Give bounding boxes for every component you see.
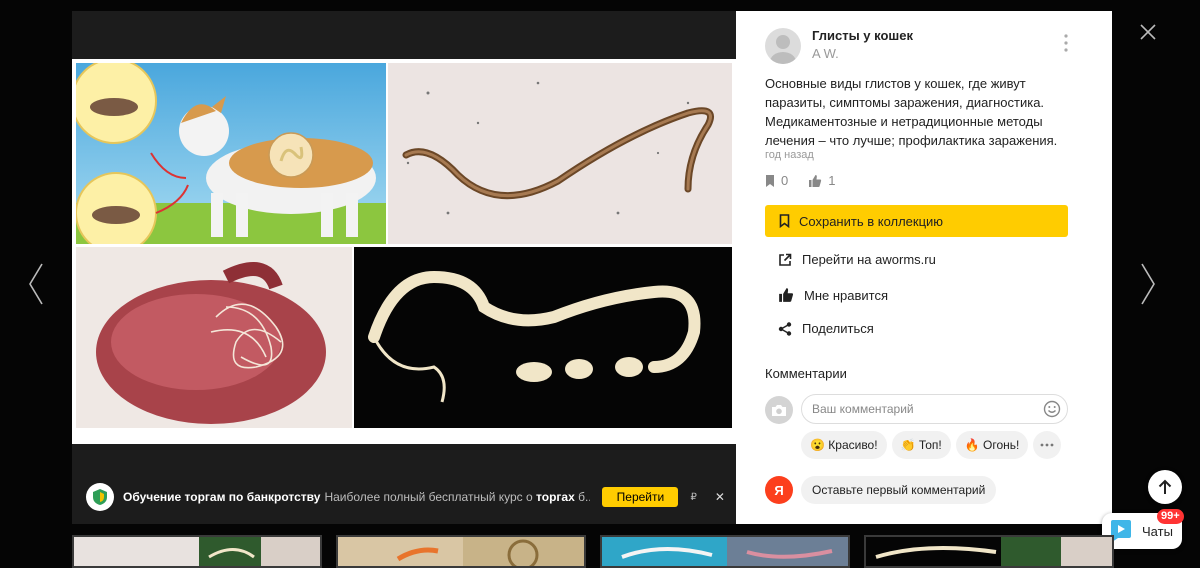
saves-stat: 0 [765, 173, 788, 188]
emoji-button[interactable] [1043, 400, 1061, 418]
next-button[interactable] [1138, 262, 1158, 306]
thumbnail-3[interactable] [600, 535, 850, 568]
save-to-collection-button[interactable]: Сохранить в коллекцию [765, 205, 1068, 237]
ad-title: Обучение торгам по банкротству [123, 490, 321, 504]
thumbnail-1[interactable] [72, 535, 322, 568]
visit-site-button[interactable]: Перейти на aworms.ru [778, 252, 936, 267]
board-title[interactable]: Глисты у кошек [812, 28, 913, 43]
scroll-top-button[interactable] [1148, 470, 1182, 504]
comments-title: Комментарии [765, 366, 847, 381]
chevron-left-icon [29, 263, 43, 305]
saves-count: 0 [781, 173, 789, 188]
prev-button[interactable] [26, 262, 46, 306]
bookmark-icon [766, 174, 774, 187]
arrow-up-icon [1158, 479, 1172, 494]
more-horizontal-icon [1040, 443, 1054, 447]
avatar[interactable] [765, 28, 801, 64]
thumbnail-4[interactable] [864, 535, 1114, 568]
close-icon [1140, 24, 1156, 40]
image-heart-worms [76, 247, 352, 428]
like-label: Мне нравится [804, 287, 889, 303]
thumbnail-2[interactable] [336, 535, 586, 568]
image-panel: Обучение торгам по банкротству Наиболее … [72, 11, 736, 524]
pin-stats: 0 1 [765, 173, 835, 188]
ad-close-icon[interactable]: ✕ [715, 490, 725, 504]
pin-timestamp: год назад [765, 149, 814, 161]
likes-count: 1 [828, 173, 836, 188]
ad-go-button[interactable]: Перейти [602, 487, 679, 507]
thumb-up-icon [809, 174, 822, 187]
more-reactions-button[interactable] [1033, 431, 1062, 459]
avatar-placeholder [765, 396, 793, 424]
ad-shield-logo-icon [86, 483, 114, 511]
share-label: Поделиться [802, 321, 874, 336]
related-thumbnails [72, 535, 1114, 568]
pin-description: Основные виды глистов у кошек, где живут… [765, 76, 1058, 148]
external-link-icon [779, 253, 792, 266]
quick-reactions: 😮 Красиво! 👏 Топ! 🔥 Огонь! [801, 431, 1066, 459]
pin-info-panel: Глисты у кошек A W. Основные виды глисто… [736, 11, 1112, 524]
chevron-right-icon [1141, 263, 1155, 305]
main-image[interactable] [72, 59, 736, 444]
reaction-chip-fire[interactable]: 🔥 Огонь! [955, 431, 1029, 459]
chats-label: Чаты [1142, 523, 1173, 539]
visit-label: Перейти на aworms.ru [802, 252, 936, 267]
image-cat-illustration [76, 63, 386, 244]
smiley-icon [1043, 400, 1061, 418]
first-comment-button[interactable]: Оставьте первый комментарий [801, 476, 997, 504]
ad-text: Наиболее полный бесплатный курс о торгах… [324, 490, 590, 504]
comment-input[interactable] [801, 394, 1068, 424]
save-label: Сохранить в коллекцию [799, 213, 944, 229]
ad-currency-icon: ₽ [690, 491, 697, 503]
share-button[interactable]: Поделиться [778, 321, 874, 336]
thumb-up-icon [779, 288, 794, 302]
chats-unread-badge: 99+ [1157, 509, 1184, 524]
like-button[interactable]: Мне нравится [778, 287, 888, 303]
bookmark-icon [779, 214, 790, 228]
more-button[interactable] [1060, 33, 1072, 53]
author-name[interactable]: A W. [812, 46, 839, 61]
image-tapeworm [354, 247, 732, 428]
share-icon [778, 321, 792, 336]
chats-widget[interactable]: Чаты 99+ [1102, 509, 1184, 549]
yandex-logo-icon: Я [765, 476, 793, 504]
close-button[interactable] [1136, 20, 1160, 44]
reaction-chip-beautiful[interactable]: 😮 Красиво! [801, 431, 887, 459]
camera-icon [772, 404, 786, 416]
ad-banner[interactable]: Обучение торгам по банкротству Наиболее … [72, 477, 736, 517]
user-icon [770, 35, 796, 64]
likes-stat: 1 [808, 173, 835, 188]
reaction-chip-top[interactable]: 👏 Топ! [891, 431, 951, 459]
image-worm-microscope [388, 63, 732, 244]
more-vertical-icon [1064, 34, 1068, 52]
